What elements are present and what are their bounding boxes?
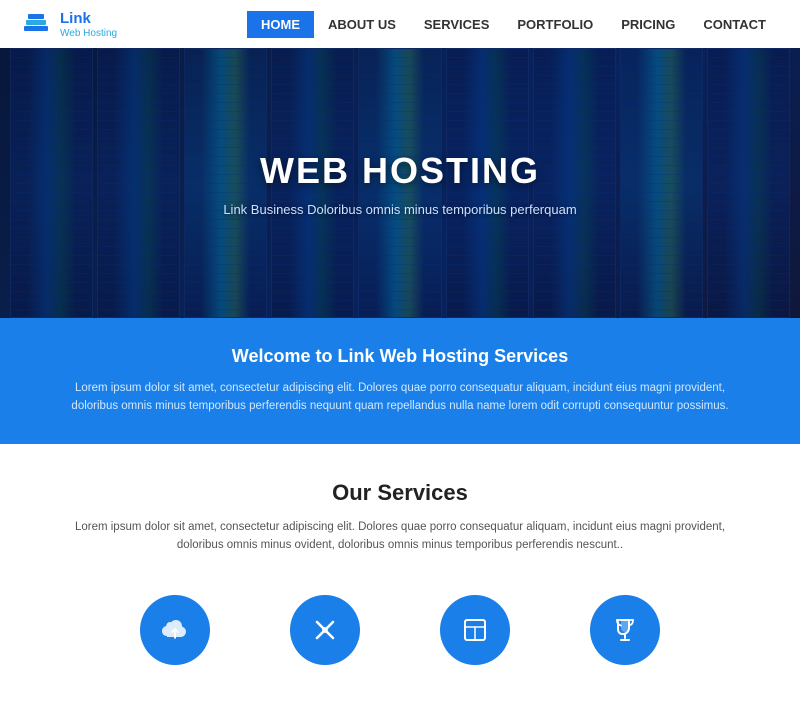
service-item-cloud (140, 595, 210, 665)
nav-contact[interactable]: CONTACT (689, 11, 780, 38)
main-nav: HOME ABOUT US SERVICES PORTFOLIO PRICING… (247, 11, 780, 38)
welcome-text: Lorem ipsum dolor sit amet, consectetur … (60, 379, 740, 416)
cloud-upload-icon (140, 595, 210, 665)
header: Link Web Hosting HOME ABOUT US SERVICES … (0, 0, 800, 48)
hero-title: WEB HOSTING (223, 150, 576, 192)
logo-sub: Web Hosting (60, 28, 117, 39)
trophy-icon (590, 595, 660, 665)
hero-section: WEB HOSTING Link Business Doloribus omni… (0, 48, 800, 318)
services-text: Lorem ipsum dolor sit amet, consectetur … (60, 518, 740, 555)
hero-content: WEB HOSTING Link Business Doloribus omni… (223, 150, 576, 217)
logo-name: Link (60, 10, 91, 27)
logo-area: Link Web Hosting (20, 8, 117, 40)
service-item-trophy (590, 595, 660, 665)
services-icons-row (60, 585, 740, 675)
nav-portfolio[interactable]: PORTFOLIO (503, 11, 607, 38)
logo-icon (20, 8, 52, 40)
logo-text: Link Web Hosting (60, 10, 117, 39)
nav-pricing[interactable]: PRICING (607, 11, 689, 38)
tools-icon (290, 595, 360, 665)
nav-services[interactable]: SERVICES (410, 11, 504, 38)
service-item-layout (440, 595, 510, 665)
welcome-title: Welcome to Link Web Hosting Services (60, 346, 740, 367)
welcome-section: Welcome to Link Web Hosting Services Lor… (0, 318, 800, 444)
services-title: Our Services (60, 480, 740, 506)
nav-home[interactable]: HOME (247, 11, 314, 38)
services-section: Our Services Lorem ipsum dolor sit amet,… (0, 444, 800, 705)
table-layout-icon (440, 595, 510, 665)
nav-about[interactable]: ABOUT US (314, 11, 410, 38)
hero-subtitle: Link Business Doloribus omnis minus temp… (223, 202, 576, 217)
service-item-tools (290, 595, 360, 665)
